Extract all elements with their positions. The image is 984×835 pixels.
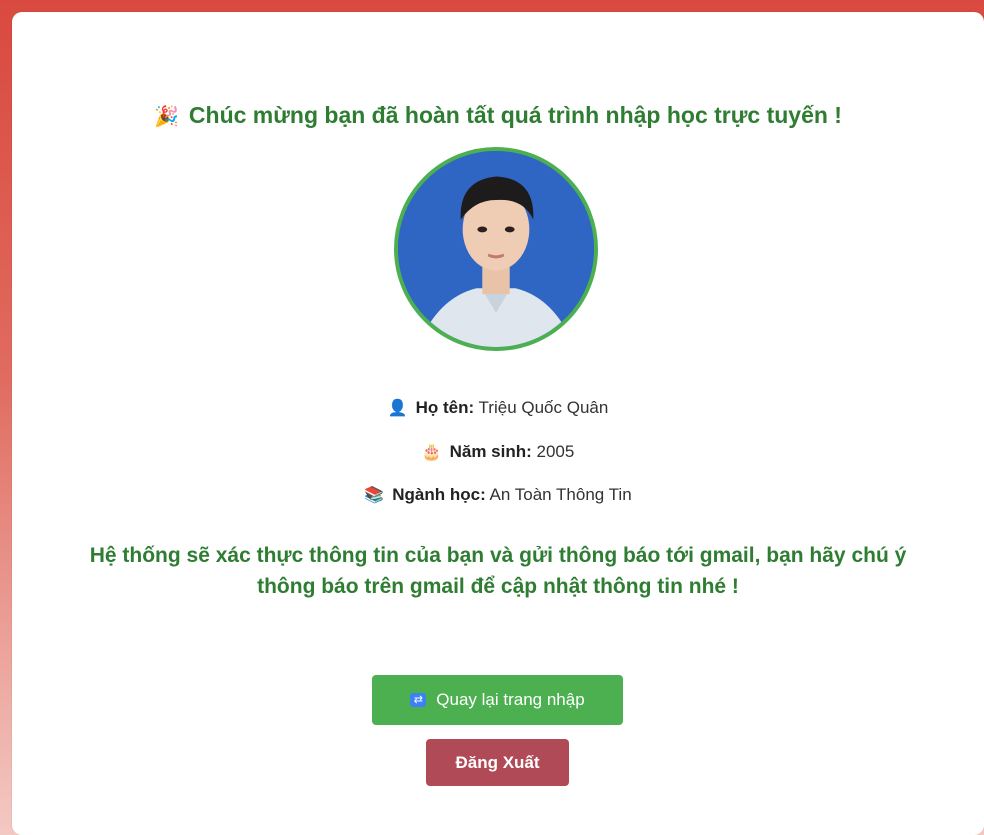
birth-value: 2005	[531, 442, 575, 461]
back-button-label: Quay lại trang nhập	[436, 690, 585, 709]
name-label: Họ tên:	[415, 398, 475, 417]
info-birth-row: 🎂 Năm sinh: 2005	[12, 442, 984, 462]
result-card: 🎉 Chúc mừng bạn đã hoàn tất quá trình nhậ…	[12, 12, 984, 835]
user-icon: 👤	[387, 400, 408, 417]
books-icon: 📚	[364, 487, 385, 504]
notice-text: Hệ thống sẽ xác thực thông tin của bạn v…	[89, 544, 907, 598]
congrats-text: Chúc mừng bạn đã hoàn tất quá trình nhập…	[188, 102, 842, 128]
birth-label: Năm sinh:	[449, 442, 532, 461]
info-name-row: 👤 Họ tên: Triệu Quốc Quân	[12, 398, 984, 418]
party-popper-icon: 🎉	[154, 106, 179, 128]
info-major-row: 📚 Ngành học: An Toàn Thông Tin	[12, 485, 984, 505]
logout-button[interactable]: Đăng Xuất	[426, 739, 569, 786]
major-value: An Toàn Thông Tin	[485, 485, 632, 504]
congrats-title: 🎉 Chúc mừng bạn đã hoàn tất quá trình nhậ…	[12, 102, 984, 129]
major-label: Ngành học:	[392, 485, 486, 504]
name-value: Triệu Quốc Quân	[474, 398, 609, 417]
avatar	[394, 147, 598, 351]
birthday-cake-icon: 🎂	[421, 444, 442, 461]
avatar-image	[398, 151, 594, 347]
repeat-icon: ⇄	[410, 693, 427, 707]
back-to-entry-button[interactable]: ⇄ Quay lại trang nhập	[372, 675, 623, 725]
